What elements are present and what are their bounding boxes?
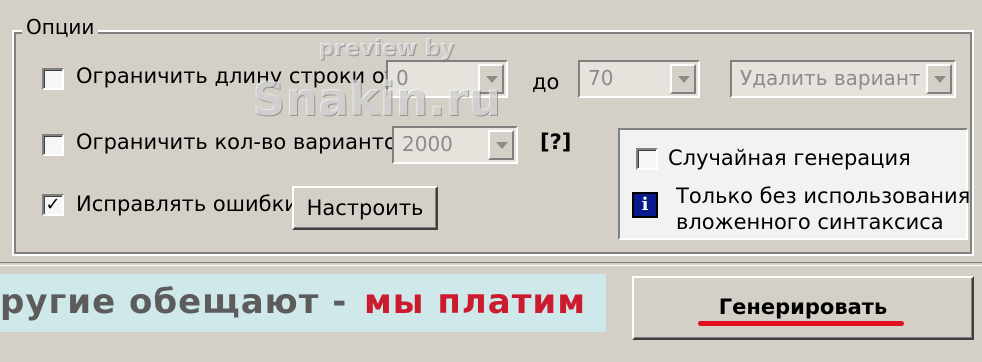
banner-text-grey: ругие обещают - bbox=[0, 282, 348, 322]
separator bbox=[0, 262, 982, 266]
chevron-down-icon[interactable] bbox=[670, 64, 696, 94]
fix-errors-label: Исправлять ошибки bbox=[76, 192, 298, 216]
watermark-line2: Snakin.ru bbox=[252, 72, 501, 126]
limit-count-checkbox[interactable] bbox=[42, 134, 64, 156]
chevron-down-icon[interactable] bbox=[926, 64, 952, 94]
length-mode-value: Удалить вариант bbox=[740, 66, 921, 90]
length-to-value: 70 bbox=[588, 66, 614, 90]
fix-errors-checkbox[interactable]: ✓ bbox=[42, 194, 64, 216]
check-mark-icon: ✓ bbox=[45, 194, 61, 215]
random-generation-label: Случайная генерация bbox=[668, 146, 911, 170]
random-generation-checkbox[interactable] bbox=[636, 148, 658, 170]
limit-length-checkbox[interactable] bbox=[42, 68, 64, 90]
info-icon: i bbox=[632, 192, 658, 218]
info-text-line1: Только без использования bbox=[676, 184, 971, 208]
banner-text-red: мы платим bbox=[364, 282, 587, 322]
length-mode-combo[interactable]: Удалить вариант bbox=[730, 60, 956, 98]
watermark-line1: preview by bbox=[318, 36, 455, 61]
count-combo[interactable]: 2000 bbox=[392, 126, 518, 164]
count-value: 2000 bbox=[402, 132, 453, 156]
length-to-label: до bbox=[532, 70, 560, 94]
count-help-link[interactable]: [?] bbox=[540, 130, 571, 154]
chevron-down-icon[interactable] bbox=[488, 130, 514, 160]
info-text-line2: вложенного синтаксиса bbox=[676, 210, 944, 234]
limit-count-label: Ограничить кол-во вариантов bbox=[76, 130, 410, 154]
generate-button[interactable]: Генерировать bbox=[632, 276, 974, 340]
promo-banner: ругие обещают - мы платим bbox=[0, 274, 606, 332]
configure-button[interactable]: Настроить bbox=[292, 186, 438, 230]
options-group-title: Опции bbox=[22, 15, 99, 39]
generate-underline-mark bbox=[698, 321, 904, 326]
length-to-combo[interactable]: 70 bbox=[578, 60, 700, 98]
